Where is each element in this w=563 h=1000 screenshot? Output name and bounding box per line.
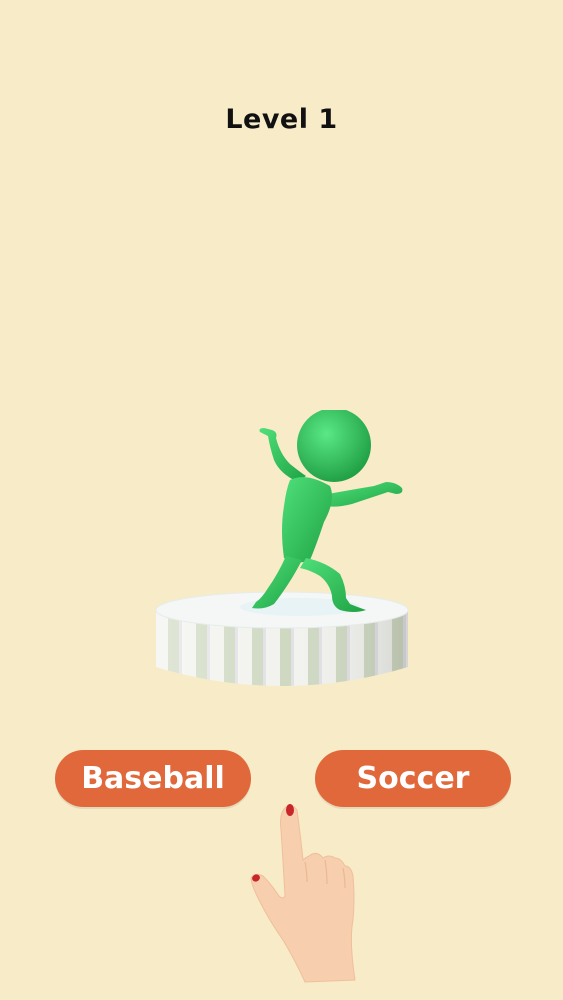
character-stage: [140, 408, 425, 700]
level-title: Level 1: [225, 104, 338, 135]
game-screen: Level 1 Baseball Soccer: [0, 0, 563, 1000]
soccer-button-label: Soccer: [356, 761, 470, 796]
baseball-button[interactable]: Baseball: [55, 750, 251, 807]
pedestal: [155, 591, 409, 686]
green-stickman-character: [252, 408, 403, 612]
soccer-button[interactable]: Soccer: [315, 750, 511, 807]
pointing-hand-icon: [245, 800, 365, 985]
baseball-button-label: Baseball: [81, 761, 225, 796]
stage-illustration: [155, 408, 409, 686]
